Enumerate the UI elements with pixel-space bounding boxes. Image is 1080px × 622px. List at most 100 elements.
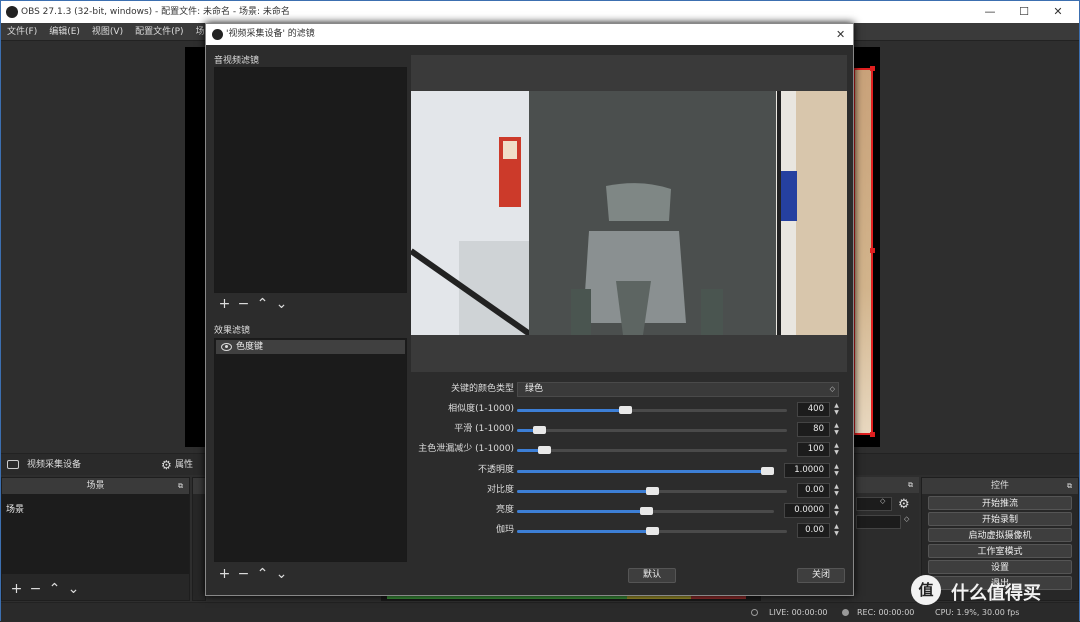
remove-icon[interactable]: − bbox=[234, 297, 253, 311]
menu-file[interactable]: 文件(F) bbox=[1, 23, 43, 41]
controls-dock-title: 控件 ⧉ bbox=[922, 478, 1078, 494]
scenes-dock-title: 场景 ⧉ bbox=[2, 478, 189, 494]
key-color-type-label: 关键的颜色类型 bbox=[450, 384, 514, 394]
smoothness-label: 平滑 (1-1000) bbox=[454, 424, 514, 434]
selected-source-name: 视频采集设备 bbox=[27, 460, 82, 470]
scenes-dock: 场景 ⧉ 场景 + − ⌃ ⌄ bbox=[1, 477, 190, 601]
spill-spinbox[interactable]: 100 bbox=[797, 442, 830, 457]
studio-mode-button[interactable]: 工作室模式 bbox=[928, 544, 1072, 558]
main-window-title: OBS 27.1.3 (32-bit, windows) - 配置文件: 未命名… bbox=[21, 7, 290, 17]
live-indicator-icon bbox=[751, 609, 758, 616]
key-color-type-row: 关键的颜色类型 绿色 ◇ bbox=[411, 381, 847, 398]
key-color-type-select[interactable]: 绿色 ◇ bbox=[517, 382, 839, 397]
remove-icon[interactable]: − bbox=[234, 567, 253, 581]
spin-arrows-icon[interactable]: ▲ ▼ bbox=[832, 402, 841, 417]
gamma-row: 伽玛 0.00 ▲ ▼ bbox=[411, 522, 847, 539]
effect-filter-list[interactable]: 色度键 bbox=[214, 338, 407, 562]
filters-dialog-title: '视频采集设备' 的滤镜 bbox=[226, 29, 315, 39]
spin-arrows-icon[interactable]: ▲ ▼ bbox=[832, 463, 841, 478]
add-icon[interactable]: + bbox=[215, 297, 234, 311]
opacity-spinbox[interactable]: 1.0000 bbox=[784, 463, 830, 478]
camera-preview-image bbox=[411, 91, 847, 335]
contrast-slider[interactable] bbox=[517, 487, 787, 495]
similarity-label: 相似度(1-1000) bbox=[448, 404, 514, 414]
audio-video-filter-list[interactable] bbox=[214, 67, 407, 293]
effect-filters-label: 效果滤镜 bbox=[214, 326, 251, 336]
brightness-spinbox[interactable]: 0.0000 bbox=[784, 503, 830, 518]
menu-view[interactable]: 视图(V) bbox=[86, 23, 129, 41]
effect-filter-name: 色度键 bbox=[236, 342, 264, 352]
default-button[interactable]: 默认 bbox=[628, 568, 676, 583]
opacity-slider-handle[interactable] bbox=[761, 467, 774, 475]
smoothness-spinbox[interactable]: 80 bbox=[797, 422, 830, 437]
similarity-slider[interactable] bbox=[517, 406, 787, 414]
filters-dialog-titlebar: '视频采集设备' 的滤镜 ✕ bbox=[206, 24, 853, 45]
audio-video-filters-label: 音视频滤镜 bbox=[214, 56, 260, 66]
rec-timer: REC: 00:00:00 bbox=[857, 608, 915, 617]
gamma-slider[interactable] bbox=[517, 527, 787, 535]
similarity-spinbox[interactable]: 400 bbox=[797, 402, 830, 417]
close-button[interactable]: 关闭 bbox=[797, 568, 845, 583]
smoothness-slider[interactable] bbox=[517, 426, 787, 434]
camera-icon bbox=[7, 460, 19, 469]
spill-slider-handle[interactable] bbox=[538, 446, 551, 454]
sources-dock bbox=[192, 477, 206, 601]
maximize-icon[interactable]: ☐ bbox=[1007, 1, 1041, 23]
audio-video-filter-toolbar: + − ⌃ ⌄ bbox=[215, 297, 291, 311]
menu-edit[interactable]: 编辑(E) bbox=[43, 23, 86, 41]
scenes-toolbar: + − ⌃ ⌄ bbox=[7, 582, 83, 596]
move-up-icon[interactable]: ⌃ bbox=[253, 567, 272, 581]
contrast-spinbox[interactable]: 0.00 bbox=[797, 483, 830, 498]
spin-arrows-icon[interactable]: ▲ ▼ bbox=[832, 523, 841, 538]
effect-filter-toolbar: + − ⌃ ⌄ bbox=[215, 567, 291, 581]
close-window-icon[interactable]: ✕ bbox=[1041, 1, 1075, 23]
move-down-icon[interactable]: ⌄ bbox=[272, 567, 291, 581]
spin-arrows-icon[interactable]: ▲ ▼ bbox=[832, 483, 841, 498]
add-icon[interactable]: + bbox=[215, 567, 234, 581]
spill-row: 主色泄漏减少 (1-1000) 100 ▲ ▼ bbox=[411, 441, 847, 458]
gear-icon[interactable]: ⚙ bbox=[898, 497, 910, 512]
scene-list-item[interactable]: 场景 bbox=[2, 504, 189, 516]
opacity-slider[interactable] bbox=[517, 467, 774, 475]
remove-icon[interactable]: − bbox=[26, 582, 45, 596]
similarity-slider-handle[interactable] bbox=[619, 406, 632, 414]
start-recording-button[interactable]: 开始录制 bbox=[928, 512, 1072, 526]
resize-handle[interactable] bbox=[870, 432, 875, 437]
main-titlebar: OBS 27.1.3 (32-bit, windows) - 配置文件: 未命名… bbox=[1, 1, 1079, 23]
contrast-label: 对比度 bbox=[486, 485, 514, 495]
move-down-icon[interactable]: ⌄ bbox=[64, 582, 83, 596]
add-icon[interactable]: + bbox=[7, 582, 26, 596]
opacity-row: 不透明度 1.0000 ▲ ▼ bbox=[411, 462, 847, 479]
live-timer: LIVE: 00:00:00 bbox=[769, 608, 828, 617]
move-up-icon[interactable]: ⌃ bbox=[45, 582, 64, 596]
combo-arrows-icon: ◇ bbox=[829, 385, 835, 393]
spin-arrows-icon[interactable]: ▲ ▼ bbox=[832, 422, 841, 437]
contrast-slider-handle[interactable] bbox=[646, 487, 659, 495]
smoothness-slider-handle[interactable] bbox=[532, 426, 546, 434]
eye-icon[interactable] bbox=[221, 343, 232, 351]
watermark-logo-icon: 值 bbox=[911, 575, 941, 605]
start-virtual-camera-button[interactable]: 启动虚拟摄像机 bbox=[928, 528, 1072, 542]
gamma-slider-handle[interactable] bbox=[646, 527, 659, 535]
close-dialog-icon[interactable]: ✕ bbox=[836, 24, 845, 45]
resize-handle[interactable] bbox=[870, 248, 875, 253]
start-streaming-button[interactable]: 开始推流 bbox=[928, 496, 1072, 510]
move-up-icon[interactable]: ⌃ bbox=[253, 297, 272, 311]
gamma-spinbox[interactable]: 0.00 bbox=[797, 523, 830, 538]
menu-profile[interactable]: 配置文件(P) bbox=[129, 23, 189, 41]
filters-dialog: '视频采集设备' 的滤镜 ✕ 音视频滤镜 + − ⌃ ⌄ 效果滤镜 色度键 + − ⌃ ⌄ bbox=[205, 23, 854, 596]
effect-filter-item[interactable]: 色度键 bbox=[216, 340, 405, 354]
move-down-icon[interactable]: ⌄ bbox=[272, 297, 291, 311]
contrast-row: 对比度 0.00 ▲ ▼ bbox=[411, 482, 847, 499]
properties-button[interactable]: 属性 bbox=[175, 454, 193, 476]
spin-arrows-icon[interactable]: ▲ ▼ bbox=[832, 503, 841, 518]
spill-slider[interactable] bbox=[517, 446, 787, 454]
brightness-slider[interactable] bbox=[517, 507, 774, 515]
resize-handle[interactable] bbox=[870, 66, 875, 71]
spin-arrows-icon[interactable]: ▲ ▼ bbox=[832, 442, 841, 457]
spill-label: 主色泄漏减少 (1-1000) bbox=[418, 444, 514, 454]
settings-button[interactable]: 设置 bbox=[928, 560, 1072, 574]
minimize-icon[interactable]: — bbox=[973, 1, 1007, 23]
brightness-slider-handle[interactable] bbox=[639, 507, 653, 515]
gear-icon[interactable]: ⚙ bbox=[161, 454, 172, 476]
